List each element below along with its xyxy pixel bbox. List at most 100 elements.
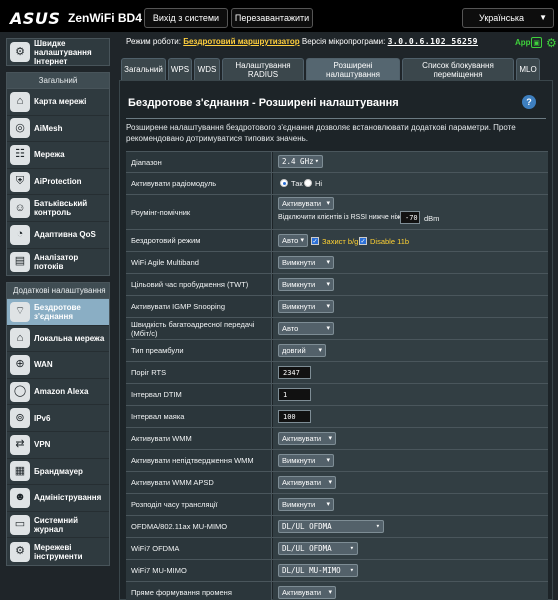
airtime-value: Вимкнути — [282, 500, 316, 509]
preamble-value: довгий — [282, 346, 306, 355]
sidebar-item-network-map[interactable]: ⌂ Карта мережі — [7, 89, 109, 116]
band-value: 2.4 GHz — [282, 157, 314, 166]
agile-multiband-select[interactable]: Вимкнути ▾ — [278, 256, 334, 269]
router-admin-page: ASUS ZenWiFi BD4 Вихід з системи Перезав… — [0, 0, 558, 600]
ofdma-value: DL/UL OFDMA — [282, 522, 332, 531]
sidebar-item-ipv6[interactable]: ⊚ IPv6 — [7, 405, 109, 432]
qos-icon: ◔ — [10, 224, 30, 245]
network-map-icon: ⌂ — [10, 91, 30, 112]
tab-advanced[interactable]: Розширені налаштування — [306, 58, 400, 80]
disable-11b-label: Disable 11b — [370, 237, 410, 246]
language-select[interactable]: Українська ▼ — [462, 8, 554, 28]
help-icon[interactable]: ? — [522, 95, 536, 109]
ipv6-icon: ⊚ — [10, 408, 30, 429]
tab-wds[interactable]: WDS — [194, 58, 220, 80]
sidebar-item-wan[interactable]: ⊕ WAN — [7, 352, 109, 379]
igmp-select[interactable]: Вимкнути ▾ — [278, 300, 334, 313]
table-row: OFDMA/802.11ax MU-MIMO DL/UL OFDMA ▾ — [126, 516, 548, 538]
tab-mlo[interactable]: MLO — [516, 58, 540, 80]
table-row: Активувати непідтвердження WMM Вимкнути ▾ — [126, 450, 548, 472]
opmode-link[interactable]: Бездротовий маршрутизатор — [183, 37, 299, 46]
sidebar-item-network-tools[interactable]: ⚙ Мережеві інструменти — [7, 538, 109, 565]
sidebar-section-title: Додаткові налаштування — [7, 283, 109, 299]
disable-11b-checkbox[interactable]: ✓ — [359, 237, 367, 245]
sidebar-item-parental-control[interactable]: ☺ Батьківський контроль — [7, 195, 109, 222]
tab-general[interactable]: Загальний — [121, 58, 166, 80]
sidebar-item-wireless[interactable]: ⌔ Бездротове з'єднання — [7, 299, 109, 326]
wmm-noack-value: Вимкнути — [282, 456, 316, 465]
beamforming-select[interactable]: Активувати ▾ — [278, 586, 336, 599]
wifi7-mumimo-select[interactable]: DL/UL MU-MIMO ▾ — [278, 564, 358, 577]
table-row: Інтервал DTIM 1 — [126, 384, 548, 406]
radio-enable-yes[interactable] — [280, 179, 288, 187]
setting-value-cell: 1 — [273, 384, 548, 405]
wmm-value: Активувати — [282, 434, 322, 443]
firmware-link[interactable]: 3.0.0.6.102_56259 — [388, 37, 478, 46]
sidebar-section-general: Загальний ⌂ Карта мережі ◎ AiMesh ☷ Мережа … — [6, 72, 110, 277]
beacon-input[interactable]: 100 — [278, 410, 311, 423]
radio-enable-no[interactable] — [304, 179, 312, 187]
divider — [126, 118, 546, 119]
reboot-button[interactable]: Перезавантажити — [231, 8, 313, 28]
agile-value: Вимкнути — [282, 258, 316, 267]
setting-label: Поріг RTS — [126, 362, 272, 383]
alexa-icon: ◯ — [10, 381, 30, 402]
protect-bg-checkbox[interactable]: ✓ — [311, 237, 319, 245]
setting-value-cell: DL/UL MU-MIMO ▾ — [273, 560, 548, 581]
sidebar-item-qos[interactable]: ◔ Адаптивна QoS — [7, 222, 109, 249]
asus-logo: ASUS — [10, 9, 61, 28]
sidebar-item-traffic-analyzer[interactable]: ▤ Аналізатор потоків — [7, 249, 109, 276]
chevron-down-icon: ▾ — [375, 522, 380, 530]
wmm-noack-select[interactable]: Вимкнути ▾ — [278, 454, 334, 467]
sidebar-item-label: Мережеві інструменти — [34, 542, 83, 561]
multicast-rate-select[interactable]: Авто ▾ — [278, 322, 334, 335]
twt-select[interactable]: Вимкнути ▾ — [278, 278, 334, 291]
wifi7-ofdma-select[interactable]: DL/UL OFDMA ▾ — [278, 542, 358, 555]
roaming-select[interactable]: Активувати ▾ — [278, 197, 334, 210]
sidebar-item-lan[interactable]: ⌂ Локальна мережа — [7, 326, 109, 353]
wmm-apsd-select[interactable]: Активувати ▾ — [278, 476, 336, 489]
preamble-select[interactable]: довгий ▾ — [278, 344, 326, 357]
rts-input[interactable]: 2347 — [278, 366, 311, 379]
airtime-fairness-select[interactable]: Вимкнути ▾ — [278, 498, 334, 511]
sidebar-item-system-log[interactable]: ▭ Системний журнал — [7, 512, 109, 539]
radio-no-label: Ні — [315, 179, 323, 188]
system-log-icon: ▭ — [10, 514, 30, 535]
sidebar-item-quick-setup[interactable]: ⚙ Швидке налаштування Інтернет — [6, 38, 110, 66]
sidebar-item-alexa[interactable]: ◯ Amazon Alexa — [7, 379, 109, 406]
setting-value-cell: Авто ▾ ✓ Захист b/g ✓ Disable 11b — [273, 230, 548, 251]
multicast-value: Авто — [282, 324, 299, 333]
tab-radius[interactable]: Налаштування RADIUS — [222, 58, 304, 80]
sidebar-item-firewall[interactable]: ▦ Брандмауер — [7, 459, 109, 486]
table-row: Активувати WMM APSD Активувати ▾ — [126, 472, 548, 494]
setting-label: Бездротовий режим — [126, 230, 272, 251]
sidebar-item-network[interactable]: ☷ Мережа — [7, 142, 109, 169]
band-select[interactable]: 2.4 GHz ▾ — [278, 155, 323, 168]
wmm-select[interactable]: Активувати ▾ — [278, 432, 336, 445]
sidebar-item-label: Бездротове з'єднання — [34, 302, 81, 321]
sidebar-item-aiprotection[interactable]: ⛨ AiProtection — [7, 169, 109, 196]
ofdma-select[interactable]: DL/UL OFDMA ▾ — [278, 520, 384, 533]
quick-setup-icon: ⚙ — [10, 42, 30, 62]
app-label[interactable]: App — [515, 38, 531, 47]
tab-roaming-block[interactable]: Список блокування переміщення — [402, 58, 514, 80]
table-row: Активувати радіомодуль Так Ні — [126, 173, 548, 195]
wireless-mode-select[interactable]: Авто ▾ — [278, 234, 308, 247]
app-qr-icon[interactable]: ▣ — [531, 37, 542, 48]
sidebar-item-aimesh[interactable]: ◎ AiMesh — [7, 116, 109, 143]
sidebar-section-title: Загальний — [7, 73, 109, 89]
sidebar-item-administration[interactable]: ☻ Адміністрування — [7, 485, 109, 512]
sidebar-item-vpn[interactable]: ⇄ VPN — [7, 432, 109, 459]
gear-icon[interactable]: ⚙ — [546, 36, 557, 50]
setting-label: OFDMA/802.11ax MU-MIMO — [126, 516, 272, 537]
dtim-input[interactable]: 1 — [278, 388, 311, 401]
table-row: Пряме формування променя Активувати ▾ — [126, 582, 548, 600]
traffic-analyzer-icon: ▤ — [10, 251, 30, 272]
tab-wps[interactable]: WPS — [168, 58, 192, 80]
status-line: Режим роботи: Бездротовий маршрутизатор … — [126, 37, 478, 46]
sidebar-item-label: IPv6 — [34, 413, 51, 423]
rssi-input[interactable]: -70 — [400, 211, 420, 224]
setting-label: Роумінг-помічник — [126, 195, 272, 229]
opmode-prefix: Режим роботи: — [126, 37, 181, 46]
logout-button[interactable]: Вихід з системи — [144, 8, 228, 28]
